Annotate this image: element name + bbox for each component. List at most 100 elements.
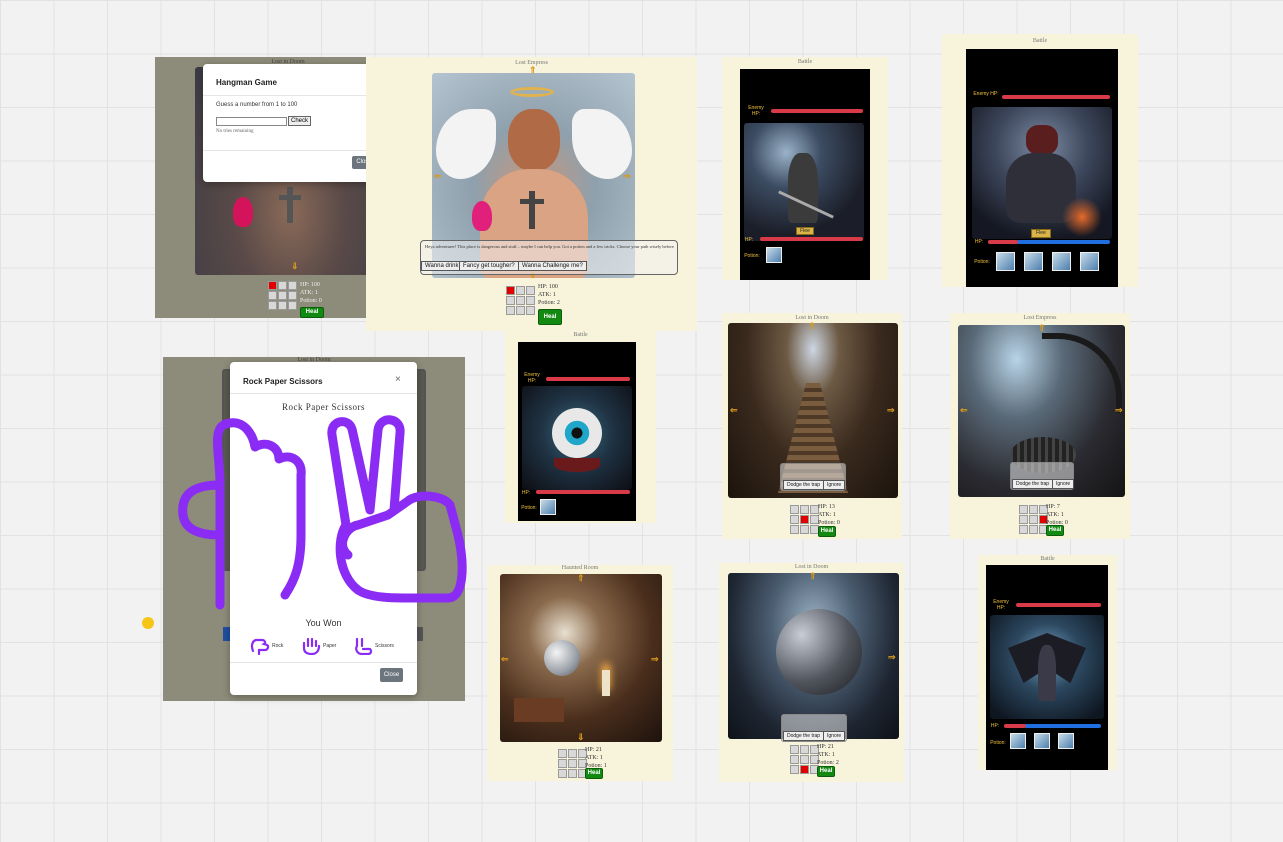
fire-glow xyxy=(1062,197,1102,237)
potion-icon[interactable] xyxy=(1024,252,1043,271)
player-stats: HP: 100 ATK: 1 Potion: 0 xyxy=(300,281,322,305)
rps-option-rock[interactable]: Rock xyxy=(250,637,283,655)
demon-head xyxy=(1026,125,1058,155)
guess-input[interactable] xyxy=(216,117,287,126)
arrow-right-icon[interactable]: ⇒ xyxy=(888,652,896,663)
heal-button[interactable]: Heal xyxy=(585,768,603,779)
choice-challenge-button[interactable]: Wanna Challenge me? xyxy=(518,261,587,271)
room-title: Haunted Room xyxy=(561,565,599,571)
heal-button[interactable]: Heal xyxy=(818,526,836,537)
player-hp-bar xyxy=(1016,240,1110,244)
room-title: Lost Empress xyxy=(1023,315,1057,321)
potion-bottle xyxy=(233,197,253,227)
check-button[interactable]: Check xyxy=(288,116,311,126)
atk-value: ATK: 1 xyxy=(538,292,556,298)
close-icon[interactable]: × xyxy=(395,374,401,385)
cross-pendant xyxy=(529,191,535,229)
scissors-hand-big-icon xyxy=(327,415,467,603)
potion-icon[interactable] xyxy=(1058,733,1074,749)
arrow-down-icon[interactable]: ⇓ xyxy=(577,732,585,743)
arrow-right-icon[interactable]: ⇒ xyxy=(651,654,659,665)
scissors-label: Scissors xyxy=(375,643,394,649)
arrow-left-icon[interactable]: ⇐ xyxy=(730,405,738,416)
rps-option-paper[interactable]: Paper xyxy=(301,637,336,655)
hp-value: HP: 21 xyxy=(585,747,602,753)
ignore-button[interactable]: Ignore xyxy=(823,480,846,490)
player-hp-bar xyxy=(1024,724,1101,728)
dodge-trap-button[interactable]: Dodge the trap xyxy=(783,480,825,490)
potion-icon[interactable] xyxy=(1052,252,1071,271)
potion-icon[interactable] xyxy=(1010,733,1026,749)
hp-value: HP: 13 xyxy=(818,504,835,510)
ignore-button[interactable]: Ignore xyxy=(1052,479,1075,489)
enemy-hp-label: Enemy HP: xyxy=(973,91,999,97)
player-hp-label: HP: xyxy=(990,723,1000,729)
arrow-left-icon[interactable]: ⇐ xyxy=(434,171,442,182)
enemy-hp-bar xyxy=(771,109,863,113)
boulder-room-screen: Lost in Doom ⇑ ⇒ ⇓ Dodge the trap Ignore… xyxy=(719,563,904,782)
halo xyxy=(510,87,554,97)
enemy-hp-label: Enemy HP: xyxy=(524,372,540,384)
heal-button[interactable]: Heal xyxy=(817,766,835,777)
heal-button[interactable]: Heal xyxy=(300,307,324,318)
player-hp-label: HP: xyxy=(744,237,754,243)
arrow-down-icon[interactable]: ⇓ xyxy=(291,261,299,272)
atk-value: ATK: 1 xyxy=(817,752,835,758)
potion-icon[interactable] xyxy=(766,247,782,263)
wing-left xyxy=(436,109,496,179)
potion-value: Potion: 2 xyxy=(538,300,560,306)
potion-label: Potion: xyxy=(974,259,990,265)
minimap xyxy=(1019,505,1048,534)
vampire-figure xyxy=(1038,645,1056,701)
player-stats: HP: 7 ATK: 1 Potion: 0 xyxy=(1046,503,1068,527)
close-button[interactable]: Close xyxy=(380,668,403,682)
dodge-trap-button[interactable]: Dodge the trap xyxy=(783,731,825,741)
arrow-up-icon[interactable]: ⇑ xyxy=(809,571,817,582)
arrow-up-icon[interactable]: ⇑ xyxy=(577,573,585,584)
flee-button[interactable]: Flee xyxy=(1031,229,1051,238)
player-hp-bar-damage xyxy=(1004,724,1026,728)
hp-value: HP: 100 xyxy=(300,282,320,288)
battle-demon-screen: Battle Enemy HP: Flee HP: Potion: xyxy=(942,34,1138,287)
flee-button[interactable]: Flee xyxy=(796,227,814,235)
player-stats: HP: 21 ATK: 1 Potion: 2 xyxy=(817,743,839,767)
potion-icon[interactable] xyxy=(1034,733,1050,749)
rock-label: Rock xyxy=(272,643,284,649)
potion-bottle xyxy=(472,201,492,231)
dodge-trap-button[interactable]: Dodge the trap xyxy=(1012,479,1054,489)
minimap xyxy=(506,286,535,315)
player-stats: HP: 100 ATK: 1 Potion: 2 xyxy=(538,283,560,307)
arrow-up-icon[interactable]: ⇑ xyxy=(529,65,537,76)
potion-value: Potion: 0 xyxy=(300,298,322,304)
arrow-right-icon[interactable]: ⇒ xyxy=(623,171,631,182)
arrow-left-icon[interactable]: ⇐ xyxy=(501,654,509,665)
rock-hand-big-icon xyxy=(178,418,306,610)
room-title: Battle xyxy=(1040,556,1055,562)
battle-knight-screen: Battle Enemy HP: Flee HP: Potion: xyxy=(722,57,888,280)
arrow-up-icon[interactable]: ⇑ xyxy=(1038,323,1046,334)
enemy-demon-image xyxy=(972,107,1112,239)
ignore-button[interactable]: Ignore xyxy=(823,731,846,741)
candle xyxy=(602,670,610,696)
knight-figure xyxy=(788,153,818,223)
heal-button[interactable]: Heal xyxy=(538,309,562,325)
potion-icon[interactable] xyxy=(540,499,556,515)
arrow-left-icon[interactable]: ⇐ xyxy=(960,405,968,416)
books xyxy=(514,698,564,722)
player-stats: HP: 13 ATK: 1 Potion: 0 xyxy=(818,503,840,527)
heal-button[interactable]: Heal xyxy=(1046,525,1064,536)
room-title: Battle xyxy=(1032,38,1048,44)
potion-icon[interactable] xyxy=(996,252,1015,271)
npc-dialog-box: Heya adventurer! This place is dangerous… xyxy=(420,240,678,275)
rps-option-scissors[interactable]: Scissors xyxy=(353,637,394,655)
npc-dialog-text: Heya adventurer! This place is dangerous… xyxy=(425,244,675,249)
arrow-right-icon[interactable]: ⇒ xyxy=(887,405,895,416)
canvas-marker[interactable] xyxy=(142,617,154,629)
enemy-hp-label: Enemy HP: xyxy=(748,105,764,117)
potion-icon[interactable] xyxy=(1080,252,1099,271)
battle-area: Enemy HP: HP: Potion: xyxy=(518,342,636,521)
choice-tougher-button[interactable]: Fancy get tougher? xyxy=(459,261,519,271)
minimap xyxy=(268,281,297,310)
arrow-up-icon[interactable]: ⇑ xyxy=(808,321,816,332)
arrow-right-icon[interactable]: ⇒ xyxy=(1115,405,1123,416)
